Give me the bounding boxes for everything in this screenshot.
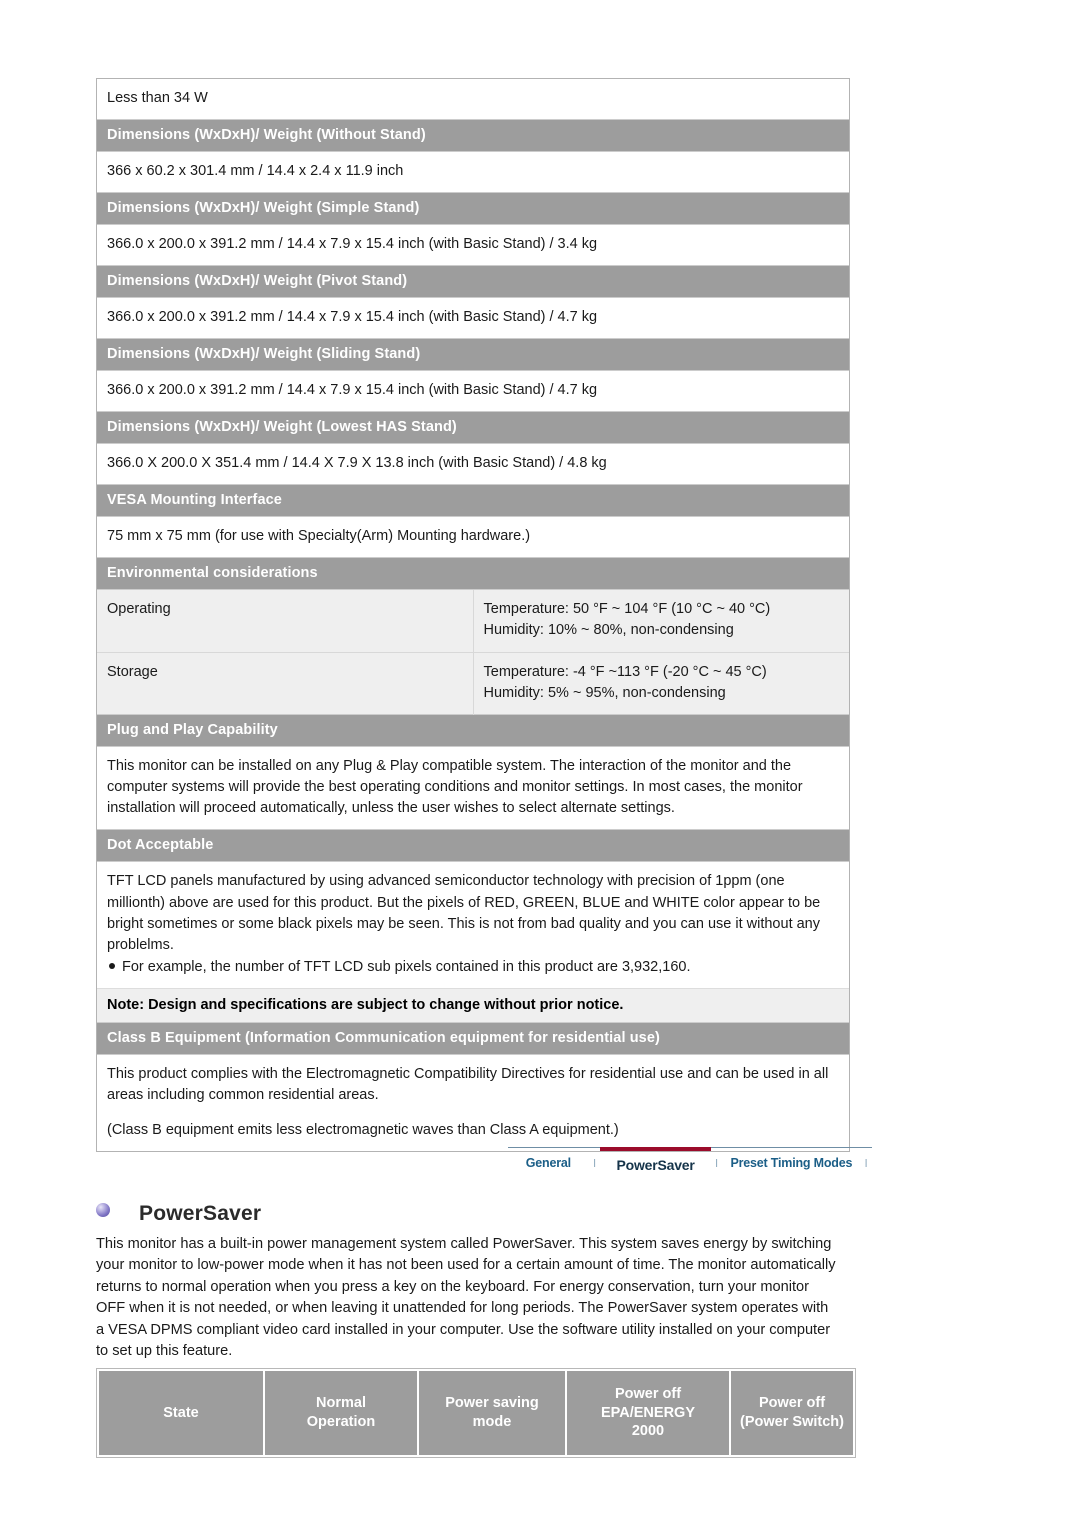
table-row-operating: Operating Temperature: 50 °F ~ 104 °F (1… <box>97 589 849 653</box>
storage-temperature: Temperature: -4 °F ~113 °F (-20 °C ~ 45 … <box>483 663 767 680</box>
specifications-table: Less than 34 W Dimensions (WxDxH)/ Weigh… <box>96 78 850 1152</box>
col-power-off-epa: Power off EPA/ENERGY 2000 <box>566 1371 731 1455</box>
storage-humidity: Humidity: 5% ~ 95%, non-condensing <box>483 685 726 702</box>
tab-separator-icon: l <box>593 1158 596 1170</box>
sphere-bullet-icon <box>96 1202 110 1217</box>
env-label-storage: Storage <box>97 652 474 715</box>
table-row: VESA Mounting Interface <box>97 484 849 518</box>
spec-value: Less than 34 W <box>97 79 849 120</box>
col-state-line-1: State <box>163 1404 199 1421</box>
operating-temperature: Temperature: 50 °F ~ 104 °F (10 °C ~ 40 … <box>483 601 771 618</box>
spec-value: 366.0 x 200.0 x 391.2 mm / 14.4 x 7.9 x … <box>97 224 849 266</box>
col-power-off-switch-line-1: Power off <box>758 1395 826 1412</box>
dot-acceptable-body: TFT LCD panels manufactured by using adv… <box>107 873 821 954</box>
class-b-body-2: (Class B equipment emits less electromag… <box>107 1121 619 1138</box>
table-row-storage: Storage Temperature: -4 °F ~113 °F (-20 … <box>97 652 849 715</box>
table-row: Environmental considerations <box>97 557 849 591</box>
table-row: Dimensions (WxDxH)/ Weight (Without Stan… <box>97 119 849 153</box>
table-header-row: State Normal Operation Power saving mode… <box>99 1371 853 1455</box>
spec-header: Dimensions (WxDxH)/ Weight (Without Stan… <box>97 119 849 153</box>
operating-humidity: Humidity: 10% ~ 80%, non-condensing <box>483 622 734 639</box>
page-title: PowerSaver <box>139 1202 262 1225</box>
spec-value: 366 x 60.2 x 301.4 mm / 14.4 x 2.4 x 11.… <box>97 151 849 193</box>
col-power-saving-mode-line-2: mode <box>472 1414 512 1430</box>
dot-acceptable-bullet: For example, the number of TFT LCD sub p… <box>122 958 691 975</box>
tab-preset-timing-modes[interactable]: Preset Timing Modes <box>722 1148 860 1170</box>
col-normal-operation-line-1: Normal <box>316 1395 366 1412</box>
col-power-saving-mode-line-1: Power saving <box>445 1395 539 1412</box>
col-state: State <box>99 1371 265 1455</box>
table-row: 366.0 x 200.0 x 391.2 mm / 14.4 x 7.9 x … <box>97 224 849 266</box>
table-row: 366.0 X 200.0 X 351.4 mm / 14.4 X 7.9 X … <box>97 443 849 485</box>
powersaver-state-table: State Normal Operation Power saving mode… <box>96 1368 856 1458</box>
table-row: 366 x 60.2 x 301.4 mm / 14.4 x 2.4 x 11.… <box>97 151 849 193</box>
tab-powersaver[interactable]: PowerSaver <box>600 1147 711 1173</box>
table-row: Dimensions (WxDxH)/ Weight (Lowest HAS S… <box>97 411 849 445</box>
powersaver-heading: PowerSaver <box>96 1202 261 1226</box>
spec-value: 366.0 x 200.0 x 391.2 mm / 14.4 x 7.9 x … <box>97 297 849 339</box>
table-row: Plug and Play Capability <box>97 714 849 748</box>
col-power-off-epa-line-3: 2000 <box>631 1423 665 1440</box>
col-power-saving-mode: Power saving mode <box>418 1371 567 1455</box>
table-row: Class B Equipment (Information Communica… <box>97 1021 849 1055</box>
col-normal-operation-line-2: Operation <box>306 1414 376 1430</box>
col-power-off-epa-line-1: Power off <box>614 1386 682 1403</box>
design-note: Note: Design and specifications are subj… <box>97 987 849 1023</box>
table-row: 75 mm x 75 mm (for use with Specialty(Ar… <box>97 516 849 558</box>
spec-header: Dimensions (WxDxH)/ Weight (Lowest HAS S… <box>97 411 849 445</box>
table-row: Dimensions (WxDxH)/ Weight (Sliding Stan… <box>97 338 849 372</box>
plug-and-play-header: Plug and Play Capability <box>97 714 849 748</box>
table-row: Dimensions (WxDxH)/ Weight (Pivot Stand) <box>97 265 849 299</box>
dot-acceptable-bullet-line: For example, the number of TFT LCD sub p… <box>107 957 839 978</box>
col-power-off-switch: Power off (Power Switch) <box>730 1371 853 1455</box>
plug-and-play-body: This monitor can be installed on any Plu… <box>97 746 849 830</box>
col-power-off-epa-line-2: EPA/ENERGY <box>600 1404 695 1421</box>
dot-acceptable-header: Dot Acceptable <box>97 829 849 863</box>
tabnav-inner: General l PowerSaver l Preset Timing Mod… <box>508 1147 872 1181</box>
table-row: This product complies with the Electroma… <box>97 1054 849 1151</box>
spec-header: VESA Mounting Interface <box>97 484 849 518</box>
spec-value: 75 mm x 75 mm (for use with Specialty(Ar… <box>97 516 849 558</box>
env-values-operating: Temperature: 50 °F ~ 104 °F (10 °C ~ 40 … <box>473 589 849 653</box>
class-b-header: Class B Equipment (Information Communica… <box>97 1021 849 1055</box>
table-row: 366.0 x 200.0 x 391.2 mm / 14.4 x 7.9 x … <box>97 297 849 339</box>
col-normal-operation: Normal Operation <box>264 1371 419 1455</box>
tab-separator-icon: l <box>715 1158 718 1170</box>
state-table: State Normal Operation Power saving mode… <box>99 1371 853 1455</box>
table-row: Dot Acceptable <box>97 829 849 863</box>
table-row: Less than 34 W <box>97 79 849 120</box>
class-b-body-1: This product complies with the Electroma… <box>107 1065 829 1104</box>
spec-value: 366.0 x 200.0 x 391.2 mm / 14.4 x 7.9 x … <box>97 370 849 412</box>
spec-header: Dimensions (WxDxH)/ Weight (Sliding Stan… <box>97 338 849 372</box>
class-b-body-cell: This product complies with the Electroma… <box>97 1054 849 1151</box>
spec-table: Less than 34 W Dimensions (WxDxH)/ Weigh… <box>97 79 849 1151</box>
col-power-off-switch-line-2: (Power Switch) <box>740 1414 844 1430</box>
powersaver-description: This monitor has a built-in power manage… <box>96 1236 836 1360</box>
spec-header: Dimensions (WxDxH)/ Weight (Pivot Stand) <box>97 265 849 299</box>
spec-value: 366.0 X 200.0 X 351.4 mm / 14.4 X 7.9 X … <box>97 443 849 485</box>
dot-acceptable-body-cell: TFT LCD panels manufactured by using adv… <box>97 861 849 989</box>
spec-header: Dimensions (WxDxH)/ Weight (Simple Stand… <box>97 192 849 226</box>
tab-separator-icon: l <box>864 1158 868 1170</box>
table-row: This monitor can be installed on any Plu… <box>97 746 849 830</box>
table-row: 366.0 x 200.0 x 391.2 mm / 14.4 x 7.9 x … <box>97 370 849 412</box>
section-tab-navigation[interactable]: General l PowerSaver l Preset Timing Mod… <box>508 1147 872 1181</box>
bullet-dot-icon <box>109 962 115 969</box>
spec-header: Environmental considerations <box>97 557 849 591</box>
env-label-operating: Operating <box>97 589 474 653</box>
env-values-storage: Temperature: -4 °F ~113 °F (-20 °C ~ 45 … <box>473 652 849 715</box>
tab-general[interactable]: General <box>508 1148 589 1170</box>
table-row: TFT LCD panels manufactured by using adv… <box>97 861 849 989</box>
table-row: Dimensions (WxDxH)/ Weight (Simple Stand… <box>97 192 849 226</box>
table-row: Note: Design and specifications are subj… <box>97 987 849 1023</box>
